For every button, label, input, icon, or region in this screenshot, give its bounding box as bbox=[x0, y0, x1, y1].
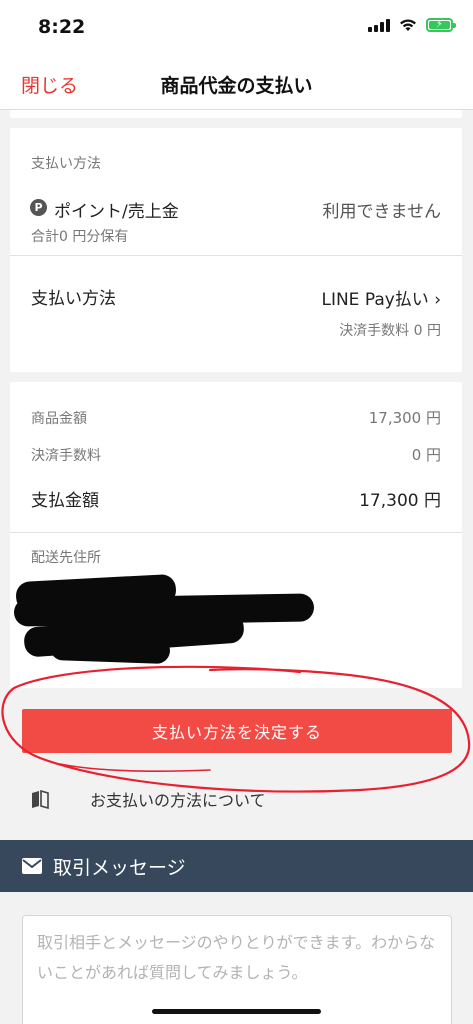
status-bar: 8:22 ⚡ bbox=[0, 0, 473, 58]
home-indicator bbox=[152, 1009, 321, 1014]
payment-card: 支払い方法 P ポイント/売上金 利用できません 合計0 円分保有 支払い方法 … bbox=[10, 128, 462, 372]
point-icon: P bbox=[30, 199, 47, 216]
message-header: 取引メッセージ bbox=[0, 840, 473, 892]
status-icons: ⚡ bbox=[368, 18, 456, 32]
message-input[interactable]: 取引相手とメッセージのやりとりができます。わからないことがあれば質問してみましょ… bbox=[22, 915, 452, 1024]
payment-method-value: LINE Pay払い › bbox=[321, 290, 441, 310]
payment-method-label: 支払い方法 bbox=[31, 289, 116, 309]
about-payment-label: お支払いの方法について bbox=[90, 791, 266, 810]
payment-method-fee: 決済手数料 0 円 bbox=[339, 323, 441, 339]
message-header-title: 取引メッセージ bbox=[53, 856, 186, 879]
page-title: 商品代金の支払い bbox=[160, 75, 313, 97]
payment-section-label: 支払い方法 bbox=[31, 156, 101, 172]
item-price-value: 17,300 円 bbox=[368, 409, 441, 427]
points-label: ポイント/売上金 bbox=[54, 202, 179, 222]
item-price-label: 商品金額 bbox=[31, 411, 87, 427]
total-value: 17,300 円 bbox=[359, 491, 441, 511]
mail-icon bbox=[22, 858, 42, 874]
summary-card: 商品金額 17,300 円 決済手数料 0 円 支払金額 17,300 円 配送… bbox=[10, 382, 462, 688]
divider bbox=[10, 255, 462, 256]
signal-icon bbox=[368, 18, 390, 32]
points-owned: 合計0 円分保有 bbox=[31, 229, 129, 245]
status-time: 8:22 bbox=[38, 16, 86, 38]
decide-payment-button[interactable]: 支払い方法を決定する bbox=[22, 709, 452, 753]
address-label: 配送先住所 bbox=[31, 550, 101, 566]
divider bbox=[10, 532, 462, 533]
wifi-icon bbox=[400, 19, 416, 31]
navbar: 閉じる 商品代金の支払い bbox=[0, 58, 473, 110]
points-status: 利用できません bbox=[322, 202, 442, 222]
fee-label: 決済手数料 bbox=[31, 448, 101, 464]
book-icon bbox=[32, 789, 49, 809]
previous-card-edge bbox=[10, 110, 462, 118]
battery-icon: ⚡ bbox=[426, 18, 456, 32]
fee-value: 0 円 bbox=[411, 446, 441, 464]
total-label: 支払金額 bbox=[31, 491, 99, 511]
about-payment-link[interactable]: お支払いの方法について bbox=[30, 787, 266, 811]
